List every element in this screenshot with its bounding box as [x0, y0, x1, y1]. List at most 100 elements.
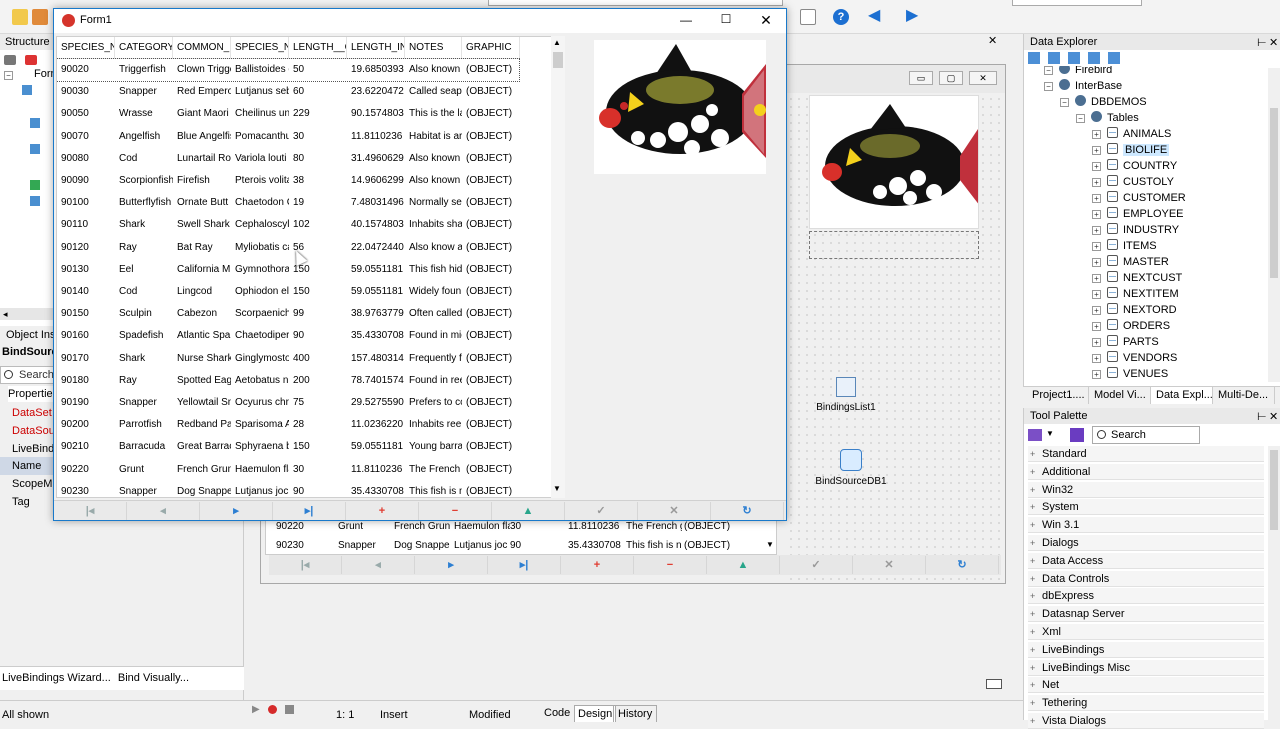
table-row[interactable]: 90120 Ray Bat Ray Myliobatis ca 56 22.0472440…: [57, 237, 519, 259]
table-row[interactable]: 90150 Sculpin Cabezon Scorpaenich 99 38.97637…: [57, 303, 519, 325]
palette-filter-icon[interactable]: [1070, 428, 1084, 442]
properties-tab[interactable]: Propertie: [8, 386, 54, 402]
palette-category[interactable]: + Additional: [1028, 463, 1264, 480]
nav-next-button[interactable]: ▸: [200, 502, 273, 520]
scroll-thumb[interactable]: [1270, 450, 1278, 530]
bindingslist-component[interactable]: BindingsList1: [811, 377, 881, 413]
expand-icon[interactable]: +: [1030, 499, 1038, 515]
open-icon[interactable]: [32, 9, 48, 25]
tree-item-biolife[interactable]: + BIOLIFE: [1092, 142, 1170, 158]
expand-icon[interactable]: +: [1092, 274, 1101, 283]
design-minimize-button[interactable]: ▭: [909, 71, 933, 85]
grid-column-header[interactable]: LENGTH_IN: [347, 37, 405, 59]
panel-tab-1[interactable]: Model Vi...: [1089, 387, 1151, 404]
bind-visually-link[interactable]: Bind Visually...: [118, 672, 189, 684]
expand-icon[interactable]: +: [1030, 677, 1038, 693]
chevron-down-icon[interactable]: ▼: [1046, 429, 1054, 438]
table-row[interactable]: 90020 Triggerfish Clown Trigge Ballistoides…: [57, 58, 520, 82]
expand-icon[interactable]: +: [1092, 226, 1101, 235]
collapse-icon[interactable]: −: [1044, 66, 1053, 75]
tree-item-employee[interactable]: + EMPLOYEE: [1092, 206, 1184, 222]
behind-scroll-down-icon[interactable]: ▼: [766, 540, 774, 549]
expand-icon[interactable]: +: [1030, 660, 1038, 676]
inspector-row-name[interactable]: Name: [0, 457, 54, 475]
table-row[interactable]: 90190 Snapper Yellowtail Sn Ocyurus chr 75 29…: [57, 392, 519, 414]
palette-categories-icon[interactable]: [1028, 429, 1042, 441]
refresh-icon[interactable]: [1108, 52, 1120, 64]
table-row[interactable]: 90070 Angelfish Blue Angelfis Pomacanthu 30 1…: [57, 126, 519, 148]
expand-icon[interactable]: +: [1092, 258, 1101, 267]
expand-icon[interactable]: +: [1092, 290, 1101, 299]
table-row[interactable]: 90210 Barracuda Great Barrac Sphyraena b 150…: [57, 436, 519, 458]
nav-refresh-button[interactable]: ↻: [711, 502, 784, 520]
collapse-icon[interactable]: −: [1060, 98, 1069, 107]
grid-column-header[interactable]: LENGTH__CI: [289, 37, 347, 59]
panel-tab-3[interactable]: Multi-De...: [1213, 387, 1275, 404]
form1-minimize-button[interactable]: —: [674, 13, 698, 27]
nav-first-button[interactable]: |◂: [269, 556, 342, 574]
inspector-row-datasource[interactable]: DataSou: [0, 422, 54, 440]
record-icon[interactable]: [268, 705, 277, 714]
expand-icon[interactable]: +: [1030, 517, 1038, 533]
palette-category[interactable]: + Tethering: [1028, 695, 1264, 712]
grid-column-header[interactable]: SPECIES_NO: [57, 37, 115, 59]
table-row[interactable]: 90230 Snapper Dog Snappe Lutjanus joc 90 35.4…: [57, 481, 519, 497]
palette-search-input[interactable]: Search: [1092, 426, 1200, 444]
expand-icon[interactable]: +: [1030, 535, 1038, 551]
tab-design[interactable]: Design: [574, 705, 617, 722]
toolbar-combo[interactable]: [488, 0, 783, 6]
structure-hscroll[interactable]: ◂: [0, 308, 54, 320]
tree-item-firebird[interactable]: − Firebird: [1044, 66, 1112, 78]
expand-icon[interactable]: +: [1092, 306, 1101, 315]
expand-icon[interactable]: +: [1092, 194, 1101, 203]
tree-item-country[interactable]: + COUNTRY: [1092, 158, 1177, 174]
nav-delete-button[interactable]: −: [634, 556, 707, 574]
nav-insert-button[interactable]: +: [561, 556, 634, 574]
toolbar-combo-2[interactable]: [1012, 0, 1142, 6]
tree-item-tables[interactable]: − Tables: [1076, 110, 1139, 126]
grid-vscroll[interactable]: ▲ ▼: [551, 36, 565, 498]
tree-item-items[interactable]: + ITEMS: [1092, 238, 1157, 254]
grid-column-header[interactable]: NOTES: [405, 37, 462, 59]
structure-tool-icon[interactable]: [4, 55, 16, 65]
inspector-row-livebind[interactable]: LiveBind: [0, 440, 54, 458]
tree-item-animals[interactable]: + ANIMALS: [1092, 126, 1171, 142]
fish-image-panel[interactable]: [594, 40, 766, 174]
nav-cancel-button[interactable]: ✕: [638, 502, 711, 520]
palette-category[interactable]: + Net: [1028, 677, 1264, 694]
table-row[interactable]: 90170 Shark Nurse Shark Ginglymosto 400 157.4…: [57, 348, 519, 370]
nav-refresh-button[interactable]: ↻: [926, 556, 999, 574]
nav-prior-button[interactable]: ◂: [127, 502, 200, 520]
table-row[interactable]: 90050 Wrasse Giant Maori W Cheilinus und 229…: [57, 103, 519, 125]
tree-item-vendors[interactable]: + VENDORS: [1092, 350, 1177, 366]
palette-category[interactable]: + Win 3.1: [1028, 517, 1264, 534]
palette-category[interactable]: + Standard: [1028, 446, 1264, 462]
inspector-row-scope[interactable]: ScopeM: [0, 475, 54, 493]
tree-item-nextcust[interactable]: + NEXTCUST: [1092, 270, 1182, 286]
form1-close-button[interactable]: ✕: [754, 12, 778, 29]
tab-code[interactable]: Code: [544, 707, 570, 719]
tree-item-venues[interactable]: + VENUES: [1092, 366, 1168, 382]
nav-edit-button[interactable]: ▲: [707, 556, 780, 574]
new-file-icon[interactable]: [12, 9, 28, 25]
tab-history[interactable]: History: [613, 705, 658, 722]
table-row[interactable]: 90180 Ray Spotted Eag Aetobatus n 200 78.7401…: [57, 370, 519, 392]
refresh-icon[interactable]: [800, 9, 816, 25]
tree-item-custoly[interactable]: + CUSTOLY: [1092, 174, 1174, 190]
table-row[interactable]: 90230 Snapper Dog Snappe Lutjanus joc 90 35.4…: [266, 537, 764, 556]
table-row[interactable]: 90080 Cod Lunartail Ro Variola louti 80 31.49…: [57, 148, 519, 170]
help-icon[interactable]: ?: [833, 9, 849, 25]
nav-last-button[interactable]: ▸|: [488, 556, 561, 574]
palette-category[interactable]: + Win32: [1028, 481, 1264, 498]
form1-maximize-button[interactable]: ☐: [714, 12, 738, 26]
back-icon[interactable]: ◀: [868, 8, 884, 25]
expand-icon[interactable]: +: [1030, 571, 1038, 587]
table-row[interactable]: 90110 Shark Swell Shark Cephaloscyll 102 40.1…: [57, 214, 519, 236]
tree-item-nextord[interactable]: + NEXTORD: [1092, 302, 1177, 318]
arrow-up-icon[interactable]: [1048, 52, 1060, 64]
expand-icon[interactable]: +: [1030, 606, 1038, 622]
expand-icon[interactable]: +: [1030, 642, 1038, 658]
expand-icon[interactable]: +: [1092, 354, 1101, 363]
palette-category[interactable]: + LiveBindings: [1028, 641, 1264, 658]
palette-category[interactable]: + Data Access: [1028, 552, 1264, 569]
